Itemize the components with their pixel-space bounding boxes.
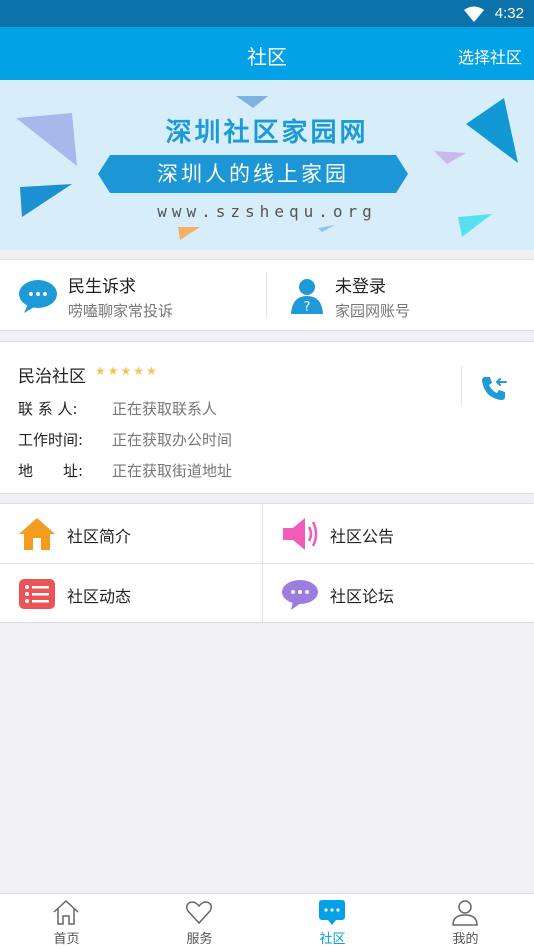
user-help-icon: ?: [291, 279, 323, 314]
complaint-entry[interactable]: 民生诉求 唠嗑聊家常投诉: [0, 260, 267, 332]
bottom-tab-bar: 首页 服务 社区 我的: [0, 893, 534, 949]
banner[interactable]: 深圳社区家园网 深圳人的线上家园 www.szshequ.org: [0, 80, 534, 250]
community-menu: 社区简介 社区公告 社区动态 社区论坛: [0, 503, 534, 624]
banner-slogan: 深圳人的线上家园: [157, 162, 349, 186]
status-bar: 4:32: [0, 0, 534, 27]
tab-label: 社区: [319, 932, 346, 947]
hours-value: 正在获取办公时间: [112, 431, 233, 449]
tab-mine[interactable]: 我的: [399, 894, 532, 949]
list-icon: [19, 579, 55, 609]
login-title: 未登录: [335, 277, 386, 297]
menu-item-forum[interactable]: 社区论坛: [263, 564, 530, 624]
complaint-title: 民生诉求: [68, 277, 136, 297]
hours-row: 工作时间: 正在获取办公时间: [18, 429, 232, 450]
menu-item-news[interactable]: 社区动态: [0, 564, 267, 624]
contact-row: 联 系 人: 正在获取联系人: [18, 398, 217, 419]
contact-value: 正在获取联系人: [112, 400, 218, 418]
community-chat-icon: [319, 900, 345, 925]
select-community-button[interactable]: 选择社区: [458, 44, 522, 68]
menu-item-intro[interactable]: 社区简介: [0, 504, 267, 564]
rating-stars: ★★★★★: [95, 364, 159, 378]
menu-item-label: 社区论坛: [330, 587, 395, 606]
app-bar: 社区 选择社区: [0, 27, 534, 80]
contact-label: 联 系 人:: [18, 400, 78, 418]
banner-title: 深圳社区家园网: [165, 118, 369, 148]
menu-item-label: 社区动态: [67, 587, 132, 606]
menu-item-notice[interactable]: 社区公告: [263, 504, 530, 564]
svg-text:?: ?: [304, 300, 311, 314]
banner-url: www.szshequ.org: [157, 202, 377, 221]
chat-bubble-icon: [282, 580, 318, 610]
complaint-subtitle: 唠嗑聊家常投诉: [68, 302, 174, 320]
page-title: 社区: [247, 45, 287, 69]
user-icon: [452, 900, 478, 926]
phone-call-icon[interactable]: [480, 374, 508, 402]
tab-label: 我的: [452, 932, 479, 947]
community-info-card: 民治社区 ★★★★★ 联 系 人: 正在获取联系人 工作时间: 正在获取办公时间 地…: [0, 341, 534, 494]
address-value: 正在获取街道地址: [112, 462, 233, 480]
heart-icon: [185, 901, 213, 925]
address-label: 地 址:: [18, 462, 84, 480]
divider: [262, 504, 263, 624]
home-icon: [53, 899, 79, 925]
menu-item-label: 社区简介: [67, 527, 132, 546]
status-time: 4:32: [494, 5, 524, 22]
hours-label: 工作时间:: [18, 431, 84, 449]
tab-home[interactable]: 首页: [0, 894, 133, 949]
tab-label: 服务: [186, 932, 213, 947]
login-subtitle: 家园网账号: [335, 302, 411, 320]
community-name: 民治社区: [18, 367, 86, 387]
house-icon: [19, 518, 55, 550]
quick-actions: 民生诉求 唠嗑聊家常投诉 ? 未登录 家园网账号: [0, 259, 534, 331]
divider: [0, 563, 534, 564]
address-row: 地 址: 正在获取街道地址: [18, 460, 232, 481]
tab-community[interactable]: 社区: [266, 894, 399, 949]
wifi-icon: [464, 6, 484, 22]
speaker-icon: [283, 518, 318, 550]
divider: [461, 366, 462, 406]
menu-item-label: 社区公告: [330, 527, 395, 546]
login-entry[interactable]: ? 未登录 家园网账号: [267, 260, 534, 332]
tab-label: 首页: [53, 932, 80, 947]
tab-service[interactable]: 服务: [133, 894, 266, 949]
chat-bubble-icon: [19, 280, 57, 313]
